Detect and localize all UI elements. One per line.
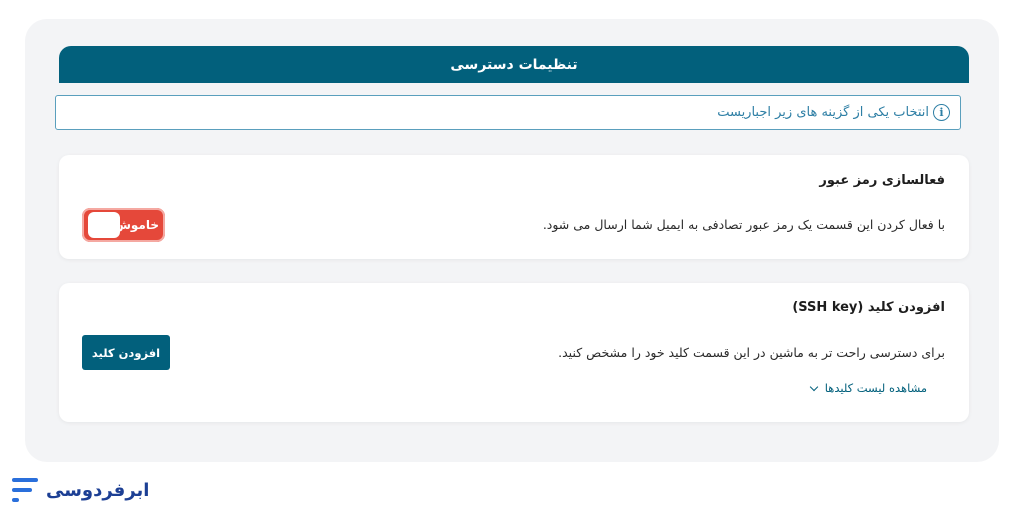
page-header: تنظیمات دسترسی (59, 46, 969, 83)
toggle-label: خاموش (114, 218, 159, 232)
password-card-title: فعالسازی رمز عبور (819, 173, 945, 188)
add-key-button[interactable]: افزودن کلید (82, 335, 170, 370)
password-toggle[interactable]: خاموش (82, 208, 165, 242)
chevron-down-icon (809, 382, 818, 391)
ssh-key-card: افزودن کلید (SSH key) برای دسترسی راحت ت… (59, 283, 969, 422)
password-card: فعالسازی رمز عبور با فعال کردن این قسمت … (59, 155, 969, 259)
page-title: تنظیمات دسترسی (450, 56, 578, 73)
password-card-description: با فعال کردن این قسمت یک رمز عبور تصادفی… (542, 217, 945, 232)
view-keys-label: مشاهده لیست کلیدها (824, 381, 927, 395)
brand-logo: ابرفردوسی (12, 476, 149, 504)
toggle-knob (88, 212, 120, 238)
info-icon: i (933, 104, 950, 121)
brand-mark-icon (12, 476, 38, 504)
ssh-card-description: برای دسترسی راحت تر به ماشین در این قسمت… (558, 345, 945, 360)
notice-text: انتخاب یکی از گزینه های زیر اجباریست (717, 105, 929, 120)
required-notice: i انتخاب یکی از گزینه های زیر اجباریست (55, 95, 961, 130)
brand-name: ابرفردوسی (46, 479, 150, 501)
ssh-card-title: افزودن کلید (SSH key) (792, 300, 945, 315)
view-keys-link[interactable]: مشاهده لیست کلیدها (809, 381, 927, 395)
